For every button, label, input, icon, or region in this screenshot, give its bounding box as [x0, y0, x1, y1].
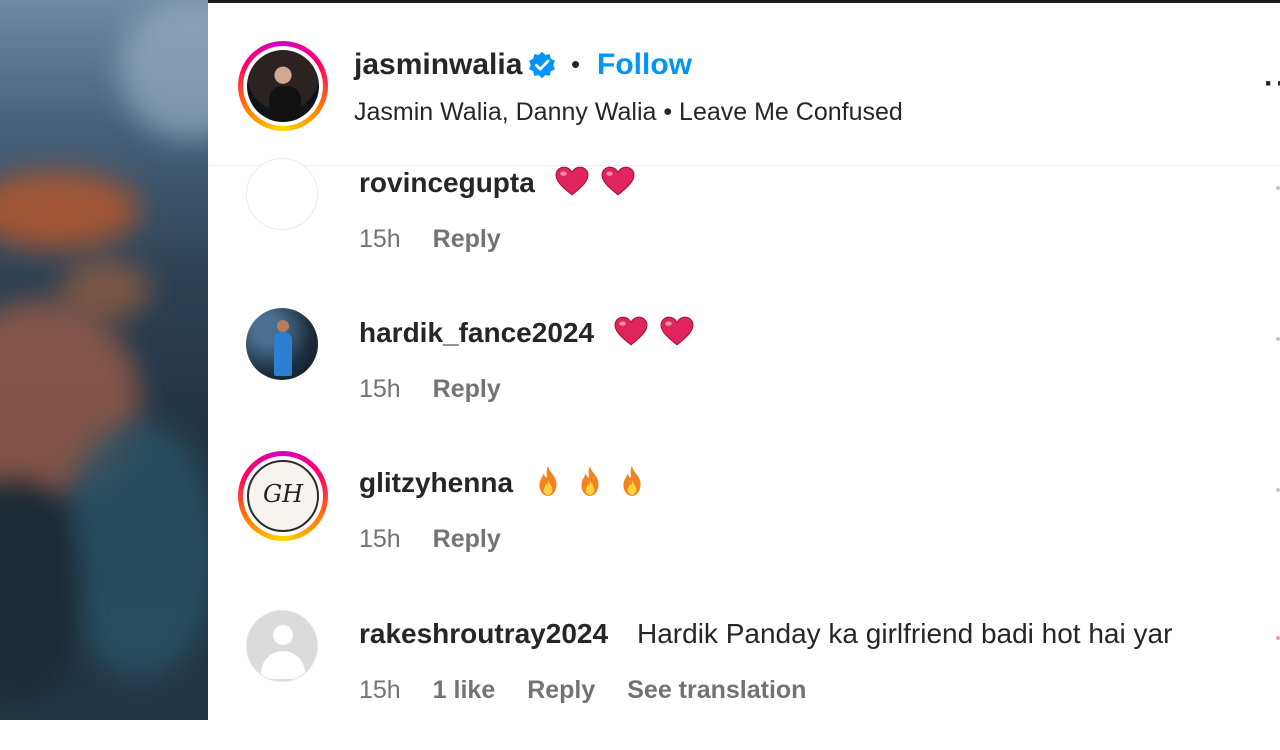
comment-item: GH glitzyhenna 15h Reply	[208, 451, 1280, 591]
commenter-avatar[interactable]	[246, 308, 318, 380]
reply-button[interactable]: Reply	[433, 375, 501, 403]
avatar-monogram: GH	[262, 480, 304, 508]
comment-like-icon[interactable]	[1276, 186, 1280, 190]
red-heart-icon	[601, 166, 635, 203]
separator-dot: •	[571, 49, 581, 79]
fire-icon	[617, 465, 647, 504]
comment-username[interactable]: rakeshroutray2024	[359, 618, 608, 650]
post-media[interactable]	[0, 0, 208, 720]
see-translation-button[interactable]: See translation	[627, 676, 806, 704]
comment-time: 15h	[359, 375, 401, 403]
red-heart-icon	[660, 316, 694, 353]
reply-button[interactable]: Reply	[433, 525, 501, 553]
comment-username[interactable]: rovincegupta	[359, 166, 635, 203]
author-avatar[interactable]	[238, 41, 328, 131]
follow-button[interactable]: Follow	[597, 48, 692, 82]
fire-icon	[575, 465, 605, 504]
commenter-avatar[interactable]: GH	[238, 451, 328, 541]
comment-item: hardik_fance2024 15h Reply	[208, 308, 1280, 448]
comment-time: 15h	[359, 676, 401, 704]
commenter-avatar[interactable]	[246, 158, 318, 230]
comment-like-icon[interactable]	[1276, 337, 1280, 341]
author-username[interactable]: jasminwalia	[354, 48, 522, 82]
red-heart-icon	[614, 316, 648, 353]
comment-like-icon[interactable]	[1276, 488, 1280, 492]
comment-like-icon[interactable]	[1276, 636, 1280, 640]
comment-username[interactable]: hardik_fance2024	[359, 316, 694, 353]
red-heart-icon	[555, 166, 589, 203]
comment-item: rovincegupta 15h Reply	[208, 158, 1280, 298]
comment-item: rakeshroutray2024 Hardik Panday ka girlf…	[208, 610, 1280, 750]
post-audio-subtitle[interactable]: Jasmin Walia, Danny Walia • Leave Me Con…	[354, 98, 903, 127]
comment-time: 15h	[359, 225, 401, 253]
verified-badge-icon	[529, 51, 555, 79]
likes-count[interactable]: 1 like	[433, 676, 496, 704]
default-avatar-icon[interactable]	[246, 610, 318, 682]
comment-time: 15h	[359, 525, 401, 553]
fire-icon	[533, 465, 563, 504]
reply-button[interactable]: Reply	[433, 225, 501, 253]
reply-button[interactable]: Reply	[527, 676, 595, 704]
post-header: jasminwalia • Follow Jasmin Walia, Danny…	[208, 3, 1280, 166]
comment-username[interactable]: glitzyhenna	[359, 465, 647, 504]
more-options-icon[interactable]: ··	[1264, 67, 1280, 101]
comment-text: Hardik Panday ka girlfriend badi hot hai…	[637, 618, 1173, 649]
